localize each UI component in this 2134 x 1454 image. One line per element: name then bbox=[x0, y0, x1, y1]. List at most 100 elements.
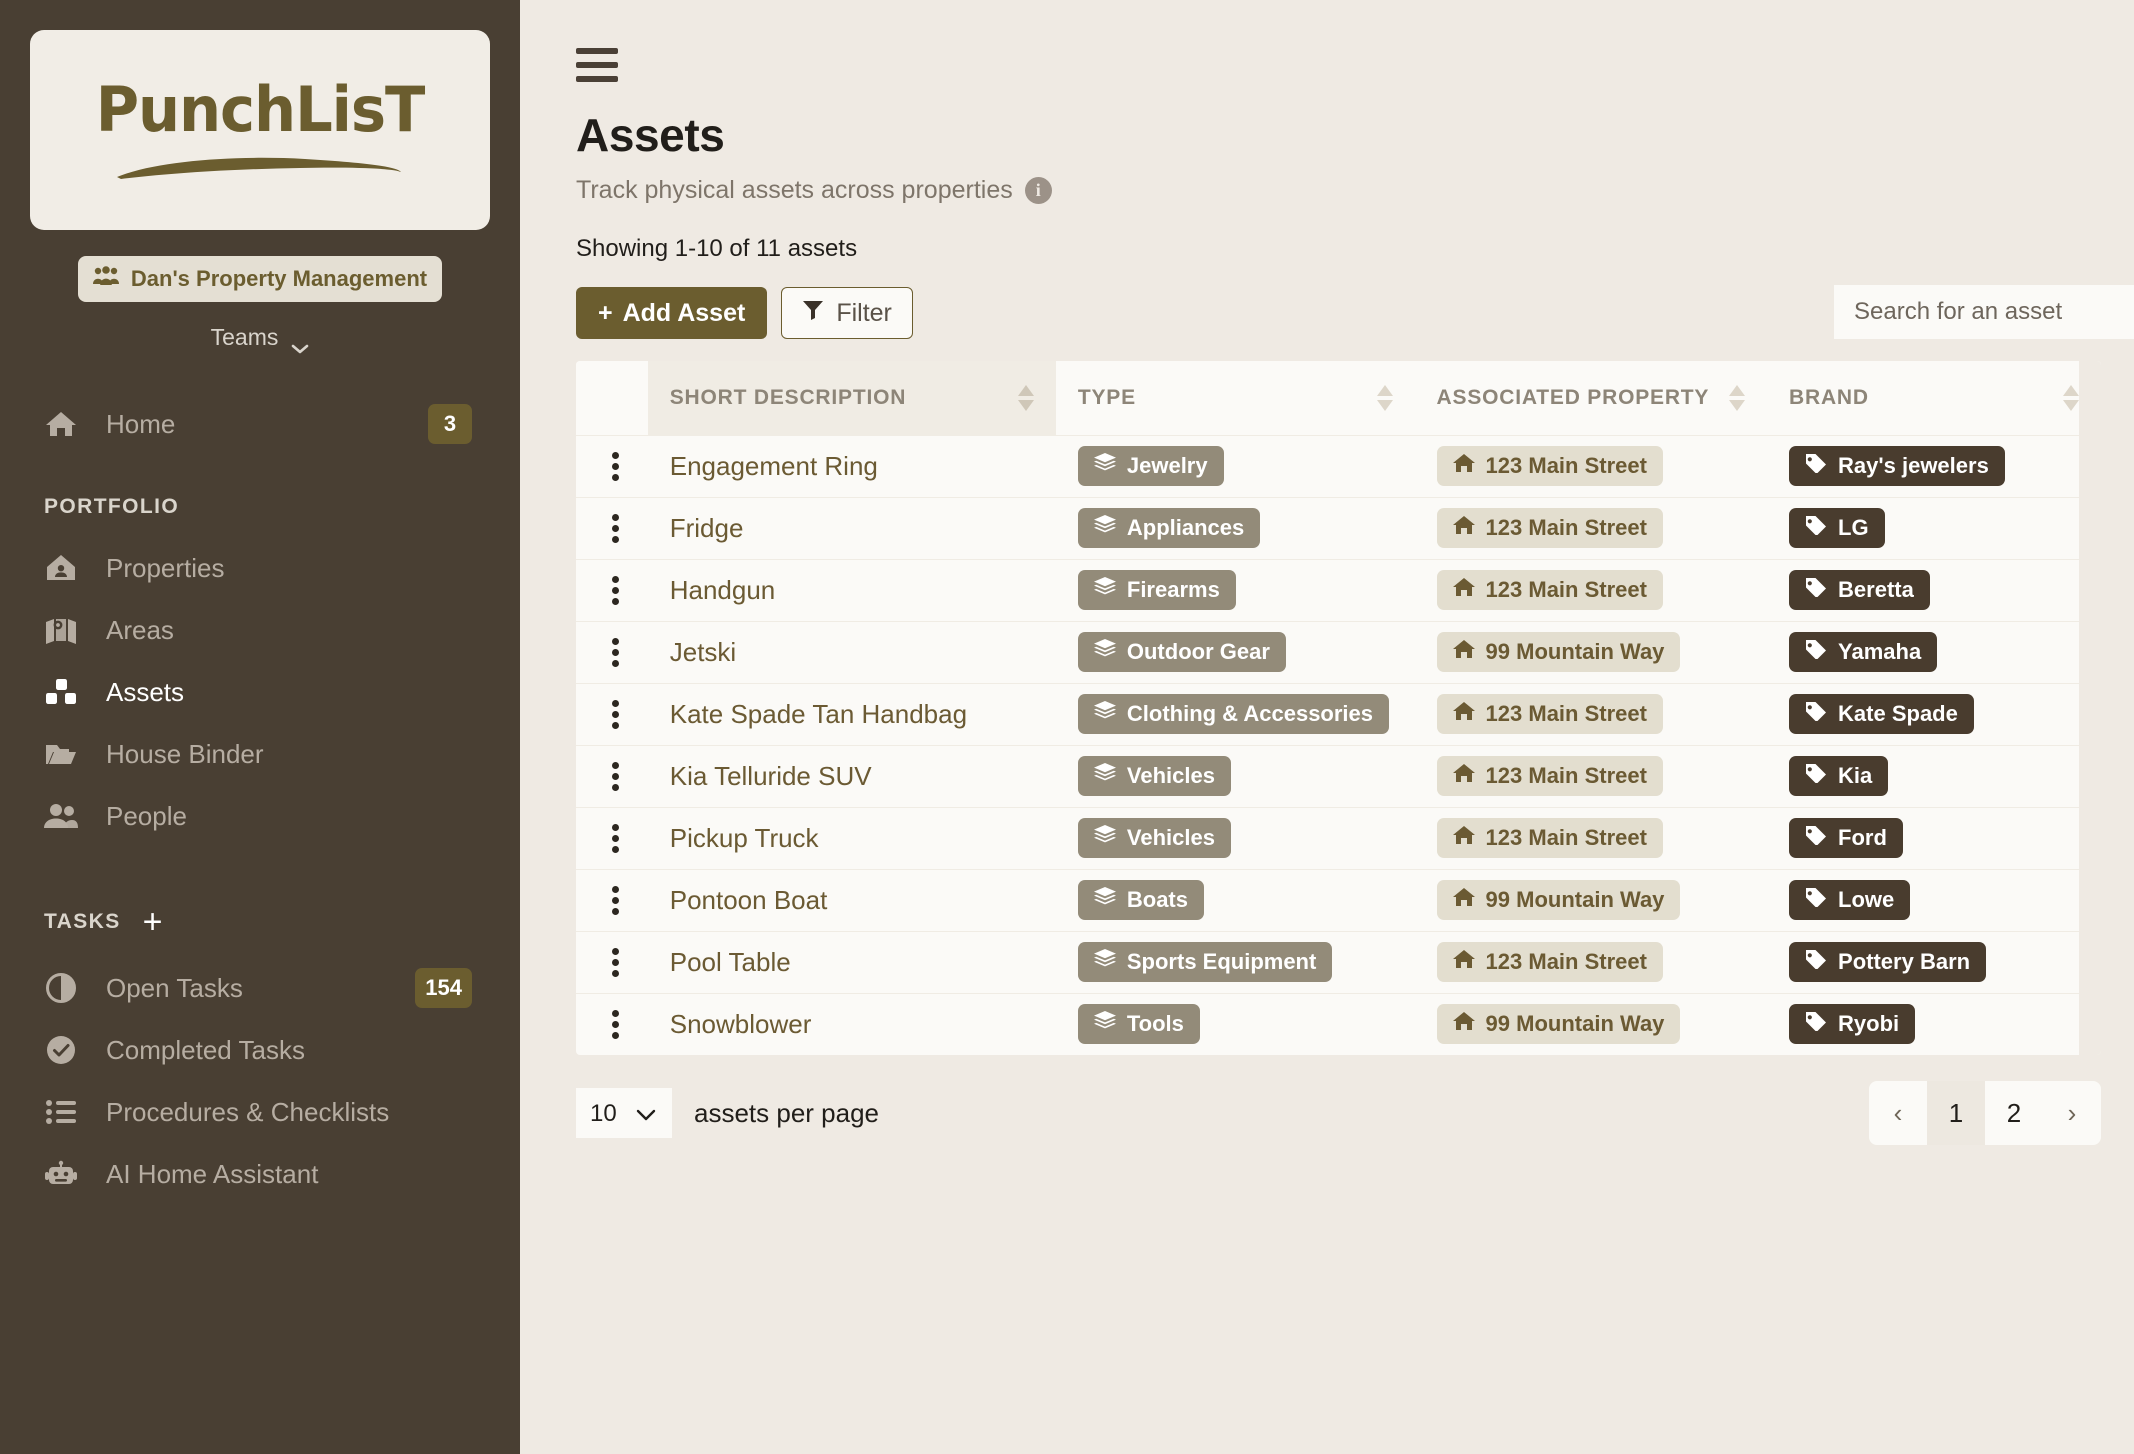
column-header-associated-property[interactable]: ASSOCIATED PROPERTY bbox=[1414, 361, 1768, 435]
type-badge[interactable]: Firearms bbox=[1077, 570, 1236, 610]
type-badge[interactable]: Sports Equipment bbox=[1077, 942, 1333, 982]
brand-badge-label: Yamaha bbox=[1838, 639, 1922, 664]
sort-arrows-icon[interactable] bbox=[1729, 384, 1746, 411]
kebab-menu-icon[interactable] bbox=[598, 637, 619, 667]
table-row[interactable]: Handgun Firearms 123 Main Street Beretta bbox=[576, 559, 2101, 621]
property-badge[interactable]: 99 Mountain Way bbox=[1436, 1004, 1681, 1045]
column-header-short-description[interactable]: SHORT DESCRIPTION bbox=[647, 361, 1056, 435]
column-header-type[interactable]: TYPE bbox=[1055, 361, 1415, 435]
table-row[interactable]: Pool Table Sports Equipment 123 Main Stree… bbox=[576, 931, 2101, 993]
house-user-icon bbox=[44, 554, 78, 582]
kebab-menu-icon[interactable] bbox=[598, 575, 619, 605]
type-badge[interactable]: Outdoor Gear bbox=[1077, 632, 1286, 672]
table-row[interactable]: Engagement Ring Jewelry 123 Main Street Ray… bbox=[576, 435, 2101, 497]
table-row[interactable]: Kate Spade Tan Handbag Clothing & Accesso… bbox=[576, 683, 2101, 745]
cell-short-description[interactable]: Pool Table bbox=[648, 931, 1056, 993]
add-asset-button[interactable]: + Add Asset bbox=[576, 287, 768, 339]
tag-icon bbox=[1805, 949, 1827, 975]
brand-badge[interactable]: Lowe bbox=[1789, 880, 1911, 920]
sidebar-item-areas[interactable]: Areas bbox=[0, 599, 520, 661]
cell-type: Sports Equipment bbox=[1056, 931, 1415, 993]
kebab-menu-icon[interactable] bbox=[598, 947, 619, 977]
kebab-menu-icon[interactable] bbox=[598, 761, 619, 791]
pagination-page-2[interactable]: 2 bbox=[1985, 1081, 2043, 1145]
cell-short-description[interactable]: Engagement Ring bbox=[648, 435, 1056, 497]
pagination-page-1[interactable]: 1 bbox=[1927, 1081, 1985, 1145]
type-badge[interactable]: Vehicles bbox=[1077, 756, 1231, 796]
org-selector[interactable]: Dan's Property Management bbox=[78, 256, 442, 302]
property-badge[interactable]: 123 Main Street bbox=[1436, 694, 1663, 734]
property-badge[interactable]: 123 Main Street bbox=[1436, 818, 1663, 858]
type-badge[interactable]: Appliances bbox=[1077, 508, 1261, 548]
sidebar-item-completed-tasks[interactable]: Completed Tasks bbox=[0, 1019, 520, 1081]
sidebar-item-house-binder[interactable]: House Binder bbox=[0, 723, 520, 785]
brand-badge[interactable]: Ford bbox=[1789, 818, 1903, 858]
kebab-menu-icon[interactable] bbox=[598, 451, 619, 481]
table-row[interactable]: Pickup Truck Vehicles 123 Main Street Ford bbox=[576, 807, 2101, 869]
brand-badge[interactable]: Yamaha bbox=[1789, 632, 1938, 672]
add-task-plus-icon[interactable]: + bbox=[143, 905, 164, 939]
table-row[interactable]: Snowblower Tools 99 Mountain Way Ryobi bbox=[576, 993, 2101, 1055]
cell-short-description[interactable]: Pickup Truck bbox=[648, 807, 1056, 869]
per-page-select[interactable]: 102550100 bbox=[576, 1088, 672, 1138]
table-row[interactable]: Kia Telluride SUV Vehicles 123 Main Street… bbox=[576, 745, 2101, 807]
cell-short-description[interactable]: Handgun bbox=[648, 559, 1056, 621]
column-header-brand[interactable]: BRAND bbox=[1767, 361, 2101, 435]
sidebar-item-open-tasks[interactable]: Open Tasks 154 bbox=[0, 957, 520, 1019]
brand-badge[interactable]: Kate Spade bbox=[1789, 694, 1974, 734]
brand-badge[interactable]: Ryobi bbox=[1789, 1004, 1916, 1045]
kebab-menu-icon[interactable] bbox=[598, 513, 619, 543]
filter-button[interactable]: Filter bbox=[781, 287, 913, 339]
search-input[interactable] bbox=[1834, 285, 2134, 339]
type-badge[interactable]: Tools bbox=[1077, 1004, 1200, 1045]
property-badge[interactable]: 123 Main Street bbox=[1436, 756, 1663, 796]
hamburger-icon[interactable] bbox=[576, 48, 618, 82]
kebab-menu-icon[interactable] bbox=[598, 823, 619, 853]
table-row[interactable]: Pontoon Boat Boats 99 Mountain Way Lowe bbox=[576, 869, 2101, 931]
column-label: ASSOCIATED PROPERTY bbox=[1436, 385, 1710, 409]
table-footer: 102550100 assets per page ‹12› bbox=[576, 1081, 2101, 1145]
brand-badge[interactable]: Kia bbox=[1789, 756, 1889, 796]
sort-arrows-icon[interactable] bbox=[1017, 384, 1034, 411]
brand-badge[interactable]: LG bbox=[1789, 508, 1885, 548]
sidebar-item-ai-home-assistant[interactable]: AI Home Assistant bbox=[0, 1143, 520, 1205]
property-badge[interactable]: 99 Mountain Way bbox=[1436, 880, 1681, 920]
brand-badge[interactable]: Pottery Barn bbox=[1789, 942, 1987, 982]
sidebar-item-assets[interactable]: Assets bbox=[0, 661, 520, 723]
cell-short-description[interactable]: Fridge bbox=[648, 497, 1056, 559]
type-badge[interactable]: Vehicles bbox=[1077, 818, 1231, 858]
cell-short-description[interactable]: Kia Telluride SUV bbox=[648, 745, 1056, 807]
sidebar-item-people[interactable]: People bbox=[0, 785, 520, 847]
property-badge[interactable]: 123 Main Street bbox=[1436, 942, 1663, 982]
property-badge[interactable]: 123 Main Street bbox=[1436, 570, 1663, 610]
sidebar-item-properties[interactable]: Properties bbox=[0, 537, 520, 599]
table-row[interactable]: Jetski Outdoor Gear 99 Mountain Way Yamaha bbox=[576, 621, 2101, 683]
cell-short-description[interactable]: Jetski bbox=[648, 621, 1056, 683]
type-badge[interactable]: Clothing & Accessories bbox=[1077, 694, 1390, 734]
pagination-next-button[interactable]: › bbox=[2043, 1081, 2101, 1145]
type-badge[interactable]: Boats bbox=[1077, 880, 1204, 920]
brand-badge[interactable]: Ray's jewelers bbox=[1789, 446, 2005, 486]
kebab-menu-icon[interactable] bbox=[598, 699, 619, 729]
cell-short-description[interactable]: Pontoon Boat bbox=[648, 869, 1056, 931]
property-badge[interactable]: 123 Main Street bbox=[1436, 446, 1663, 486]
kebab-menu-icon[interactable] bbox=[598, 885, 619, 915]
pagination-prev-button[interactable]: ‹ bbox=[1869, 1081, 1927, 1145]
sidebar-item-procedures-checklists[interactable]: Procedures & Checklists bbox=[0, 1081, 520, 1143]
property-badge[interactable]: 123 Main Street bbox=[1436, 508, 1663, 548]
table-horizontal-scrollbar[interactable] bbox=[2079, 361, 2101, 1055]
cell-short-description[interactable]: Snowblower bbox=[648, 993, 1056, 1055]
brand-badge-label: Kate Spade bbox=[1838, 701, 1958, 726]
teams-dropdown[interactable]: Teams bbox=[0, 324, 520, 353]
table-row[interactable]: Fridge Appliances 123 Main Street LG bbox=[576, 497, 2101, 559]
cell-short-description[interactable]: Kate Spade Tan Handbag bbox=[648, 683, 1056, 745]
kebab-menu-icon[interactable] bbox=[598, 1009, 619, 1039]
property-badge[interactable]: 99 Mountain Way bbox=[1436, 632, 1681, 672]
sidebar-item-home[interactable]: Home 3 bbox=[0, 393, 520, 455]
sort-arrows-icon[interactable] bbox=[2063, 384, 2079, 411]
brand-badge[interactable]: Beretta bbox=[1789, 570, 1930, 610]
type-badge[interactable]: Jewelry bbox=[1077, 446, 1224, 486]
app-logo[interactable]: PunchLisT bbox=[30, 30, 490, 230]
info-icon[interactable]: i bbox=[1024, 177, 1052, 204]
sort-arrows-icon[interactable] bbox=[1376, 384, 1393, 411]
